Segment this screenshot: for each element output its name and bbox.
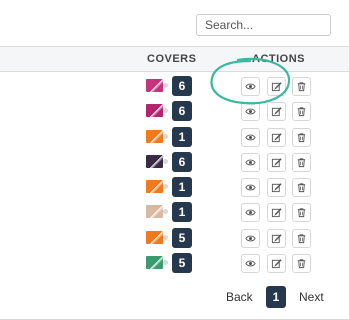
pagination-back-button[interactable]: Back bbox=[226, 290, 253, 304]
cover-count-badge: 5 bbox=[172, 227, 192, 248]
search-input[interactable] bbox=[196, 14, 331, 36]
trash-icon bbox=[297, 107, 306, 117]
actions-column-header: ACTIONS bbox=[252, 53, 305, 65]
trash-icon bbox=[297, 132, 306, 142]
edit-icon bbox=[271, 234, 282, 243]
cover-thumbnail bbox=[146, 154, 163, 168]
edit-icon bbox=[271, 183, 282, 193]
table-row: 5 bbox=[0, 252, 349, 277]
view-button[interactable] bbox=[241, 254, 260, 274]
eye-icon bbox=[245, 83, 256, 90]
cover-count-badge: 6 bbox=[172, 76, 192, 96]
eye-icon bbox=[245, 159, 256, 166]
edit-button[interactable] bbox=[267, 203, 286, 223]
edit-button[interactable] bbox=[267, 228, 286, 248]
cover-count-badge: 5 bbox=[172, 253, 192, 274]
trash-icon bbox=[297, 183, 306, 193]
cover-thumbnail bbox=[146, 205, 163, 219]
trash-icon bbox=[297, 208, 306, 218]
cover-more-dot bbox=[163, 209, 168, 215]
cover-more-dot bbox=[163, 133, 168, 139]
covers-column-header: COVERS bbox=[147, 53, 197, 65]
edit-icon bbox=[271, 259, 282, 269]
view-button[interactable] bbox=[241, 178, 260, 198]
cover-thumbnail bbox=[146, 230, 163, 244]
table-row: 5 bbox=[0, 227, 349, 252]
trash-icon bbox=[297, 259, 306, 269]
edit-button[interactable] bbox=[267, 152, 286, 172]
delete-button[interactable] bbox=[292, 102, 311, 122]
delete-button[interactable] bbox=[292, 203, 311, 223]
pagination-next-button[interactable]: Next bbox=[299, 290, 324, 304]
view-button[interactable] bbox=[241, 152, 260, 172]
eye-icon bbox=[245, 235, 256, 242]
cover-thumbnail bbox=[146, 79, 163, 92]
cover-more-dot bbox=[163, 108, 168, 114]
edit-button[interactable] bbox=[267, 127, 286, 147]
edit-button[interactable] bbox=[267, 102, 286, 122]
edit-icon bbox=[271, 107, 282, 117]
delete-button[interactable] bbox=[292, 254, 311, 274]
cover-count-badge: 6 bbox=[172, 101, 192, 122]
cover-count-badge: 1 bbox=[172, 202, 192, 223]
table-body: 6 6 1 6 1 1 5 5 bbox=[0, 75, 349, 277]
delete-button[interactable] bbox=[292, 178, 311, 198]
edit-button[interactable] bbox=[267, 77, 286, 96]
table-header: COVERS ACTIONS bbox=[0, 46, 349, 72]
trash-icon bbox=[297, 234, 306, 243]
delete-button[interactable] bbox=[292, 127, 311, 147]
table-row: 1 bbox=[0, 126, 349, 151]
view-button[interactable] bbox=[241, 203, 260, 223]
view-button[interactable] bbox=[241, 127, 260, 147]
cover-count-badge: 6 bbox=[172, 151, 192, 172]
cover-count-badge: 1 bbox=[172, 177, 192, 198]
eye-icon bbox=[245, 108, 256, 115]
edit-button[interactable] bbox=[267, 178, 286, 198]
eye-icon bbox=[245, 184, 256, 191]
cover-thumbnail bbox=[146, 104, 163, 118]
pagination-current-page[interactable]: 1 bbox=[266, 286, 286, 308]
delete-button[interactable] bbox=[292, 228, 311, 248]
cover-more-dot bbox=[163, 158, 168, 164]
cover-count-badge: 1 bbox=[172, 126, 192, 147]
eye-icon bbox=[245, 134, 256, 140]
table-row: 6 bbox=[0, 100, 349, 125]
edit-button[interactable] bbox=[267, 254, 286, 274]
edit-icon bbox=[271, 132, 282, 142]
delete-button[interactable] bbox=[292, 77, 311, 96]
eye-icon bbox=[245, 210, 256, 216]
table-row: 1 bbox=[0, 201, 349, 226]
table-row: 1 bbox=[0, 176, 349, 201]
view-button[interactable] bbox=[241, 102, 260, 122]
table-row: 6 bbox=[0, 151, 349, 176]
cover-more-dot bbox=[163, 184, 168, 190]
edit-icon bbox=[271, 82, 282, 92]
eye-icon bbox=[245, 260, 256, 267]
view-button[interactable] bbox=[241, 77, 260, 96]
edit-icon bbox=[271, 208, 282, 218]
delete-button[interactable] bbox=[292, 152, 311, 172]
cover-thumbnail bbox=[146, 256, 163, 270]
trash-icon bbox=[297, 82, 306, 92]
view-button[interactable] bbox=[241, 228, 260, 248]
cover-more-dot bbox=[163, 83, 168, 88]
cover-thumbnail bbox=[146, 180, 163, 194]
edit-icon bbox=[271, 158, 282, 167]
table-row: 6 bbox=[0, 75, 349, 100]
cover-thumbnail bbox=[146, 129, 163, 143]
trash-icon bbox=[297, 158, 306, 167]
cover-more-dot bbox=[163, 234, 168, 240]
cover-more-dot bbox=[163, 260, 168, 266]
